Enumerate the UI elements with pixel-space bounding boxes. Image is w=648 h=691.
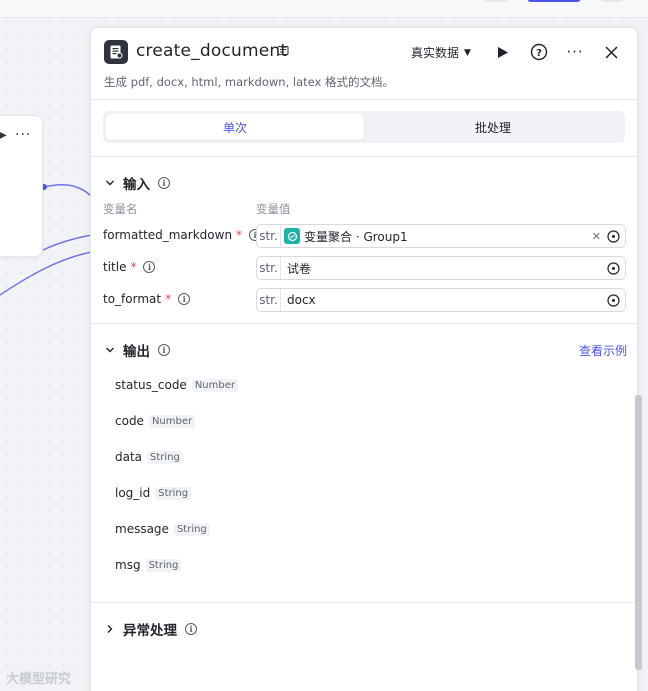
output-field-name: code [115, 414, 144, 428]
input-section: 输入 i 变量名 变量值 formatted_markdown* i str. … [91, 157, 637, 324]
required-mark: * [130, 260, 137, 274]
col-header-value: 变量值 [256, 202, 291, 216]
more-options-icon[interactable]: ··· [565, 42, 585, 62]
svg-text:?: ? [536, 48, 542, 59]
output-field: message String [115, 522, 210, 536]
var-name-label: title [103, 260, 127, 274]
input-section-header[interactable]: 输入 i [105, 173, 170, 193]
output-field-type: String [173, 522, 210, 536]
clear-icon[interactable]: ✕ [592, 230, 601, 243]
info-icon[interactable]: i [185, 623, 197, 635]
var-value-text[interactable]: 试卷 [287, 260, 607, 277]
tab-single[interactable]: 单次 [106, 114, 364, 140]
var-name: title * i [103, 260, 156, 274]
input-section-title: 输入 [123, 177, 150, 193]
var-value-input[interactable]: str. 试卷 [256, 256, 626, 280]
var-value-input[interactable]: str. 变量聚合 · Group1 ✕ [256, 224, 626, 248]
info-icon[interactable]: i [158, 177, 170, 189]
panel-header: create_document 生成 pdf, docx, html, mark… [91, 28, 637, 100]
upstream-node-card[interactable]: ▶ ··· [0, 115, 43, 257]
more-icon[interactable]: ··· [15, 127, 31, 143]
type-tag[interactable]: str. [257, 289, 281, 311]
run-mode-tabs: 单次 批处理 [103, 111, 625, 143]
var-value-text[interactable]: docx [287, 293, 607, 307]
required-mark: * [236, 228, 243, 242]
type-tag[interactable]: str. [257, 225, 281, 247]
error-handling-header[interactable]: 异常处理 i [105, 619, 197, 639]
error-handling-section: 异常处理 i [91, 603, 637, 663]
help-icon[interactable]: ? [529, 42, 549, 62]
info-icon[interactable]: i [178, 293, 191, 305]
output-section-title: 输出 [123, 344, 150, 360]
data-mode-select[interactable]: 真实数据 ▼ [411, 44, 471, 61]
watermark: 大模型研究 [6, 672, 72, 687]
input-row: formatted_markdown* i str. 变量聚合 · Group1… [103, 224, 628, 248]
data-mode-label: 真实数据 [411, 46, 460, 60]
chevron-right-icon[interactable] [105, 624, 115, 634]
output-field-type: String [145, 558, 182, 572]
output-field-type: Number [191, 378, 238, 392]
output-field: data String [115, 450, 183, 464]
output-field-type: String [155, 486, 192, 500]
panel-scrollbar[interactable] [635, 395, 642, 670]
close-icon[interactable] [601, 42, 621, 62]
output-field: log_id String [115, 486, 192, 500]
var-name: formatted_markdown* i [103, 228, 262, 242]
output-field: code Number [115, 414, 196, 428]
run-icon[interactable] [493, 42, 513, 62]
type-tag[interactable]: str. [257, 257, 281, 279]
output-field-type: Number [148, 414, 196, 428]
required-mark: * [165, 292, 172, 306]
output-field-name: status_code [115, 378, 187, 392]
input-row: title * i str. 试卷 [103, 256, 628, 280]
tab-batch[interactable]: 批处理 [364, 114, 622, 140]
info-icon[interactable]: i [143, 261, 156, 273]
output-field-name: msg [115, 558, 141, 572]
col-header-name: 变量名 [103, 202, 138, 216]
output-field-type: String [147, 450, 183, 464]
var-name: to_format * i [103, 292, 191, 306]
reference-label: 变量聚合 · Group1 [304, 229, 408, 244]
view-example-link[interactable]: 查看示例 [579, 342, 627, 359]
variable-aggregate-icon [284, 228, 300, 244]
error-handling-title: 异常处理 [123, 623, 177, 639]
output-field-name: data [115, 450, 143, 464]
variable-picker-icon[interactable] [607, 261, 620, 275]
var-name-label: formatted_markdown [103, 228, 233, 242]
output-section: 输出 i 查看示例 status_code Number code Number… [91, 324, 637, 603]
edit-title-icon[interactable] [277, 45, 289, 57]
variable-picker-icon[interactable] [607, 229, 620, 243]
chevron-down-icon[interactable] [105, 345, 115, 355]
var-value-input[interactable]: str. docx [256, 288, 626, 312]
run-mode-tabs-container: 单次 批处理 [91, 100, 637, 157]
var-name-label: to_format [103, 292, 162, 306]
output-field-name: log_id [115, 486, 151, 500]
info-icon[interactable]: i [158, 344, 170, 356]
output-section-header[interactable]: 输出 i [105, 340, 170, 360]
node-config-panel: create_document 生成 pdf, docx, html, mark… [90, 27, 638, 691]
output-field: status_code Number [115, 378, 238, 392]
variable-picker-icon[interactable] [607, 293, 620, 307]
node-title: create_document [136, 41, 288, 61]
output-field-name: message [115, 522, 169, 536]
output-field: msg String [115, 558, 182, 572]
variable-reference-chip[interactable]: 变量聚合 · Group1 [284, 228, 592, 245]
input-row: to_format * i str. docx [103, 288, 628, 312]
node-description: 生成 pdf, docx, html, markdown, latex 格式的文… [104, 75, 394, 89]
play-icon[interactable]: ▶ [0, 130, 7, 141]
document-plugin-icon [104, 40, 128, 64]
caret-down-icon: ▼ [464, 47, 471, 58]
chevron-down-icon[interactable] [105, 178, 115, 188]
